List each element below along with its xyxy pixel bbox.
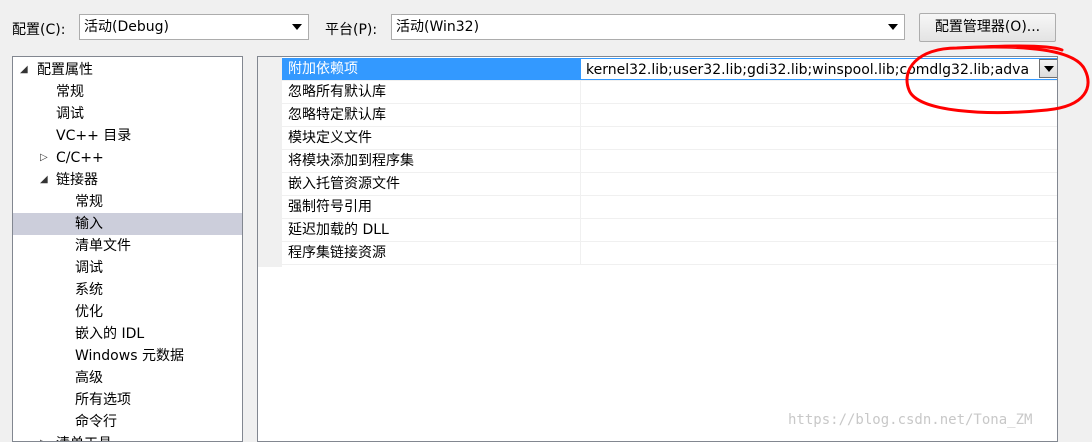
- tree-item-linker-input[interactable]: 输入: [13, 213, 242, 235]
- config-combo-value: 活动(Debug): [84, 19, 169, 35]
- tree-item-linker-general[interactable]: 常规: [13, 191, 242, 213]
- tree-item-label: 所有选项: [75, 392, 131, 408]
- property-name: 延迟加载的 DLL: [288, 222, 389, 238]
- chevron-down-icon: [888, 24, 898, 30]
- tree-item-label: 嵌入的 IDL: [75, 326, 145, 342]
- tree-item-config-properties[interactable]: ◢ 配置属性: [13, 59, 242, 81]
- tree-item-label: C/C++: [56, 150, 104, 166]
- red-annotation-circle: [905, 44, 1090, 114]
- property-value[interactable]: [580, 196, 1057, 218]
- tree-item-linker-manifest[interactable]: 清单文件: [13, 235, 242, 257]
- watermark: https://blog.csdn.net/Tona_ZM: [788, 412, 1033, 428]
- config-label: 配置(C):: [12, 22, 66, 38]
- property-name: 附加依赖项: [282, 58, 580, 80]
- platform-combo-value: 活动(Win32): [396, 19, 480, 35]
- tree-item-label: 优化: [75, 304, 103, 320]
- tree-item-vc-directories[interactable]: VC++ 目录: [13, 125, 242, 147]
- expand-icon[interactable]: ▷: [40, 433, 48, 441]
- tree-item-label: 清单工具: [56, 433, 112, 441]
- tree-item-label: 调试: [56, 106, 84, 122]
- collapse-icon[interactable]: ◢: [40, 169, 48, 191]
- tree-item-label: 命令行: [75, 414, 117, 430]
- tree-item-linker-advanced[interactable]: 高级: [13, 367, 242, 389]
- tree-item-linker-all-options[interactable]: 所有选项: [13, 389, 242, 411]
- grid-margin: [258, 57, 282, 267]
- tree-item-linker-windows-metadata[interactable]: Windows 元数据: [13, 345, 242, 367]
- tree-item-linker-command-line[interactable]: 命令行: [13, 411, 242, 433]
- property-tree: ◢ 配置属性 常规 调试 VC++ 目录 ▷ C/C++ ◢ 链接器 常规 输入…: [12, 56, 243, 442]
- property-name: 忽略特定默认库: [288, 107, 386, 123]
- chevron-down-icon: [292, 24, 302, 30]
- config-combo[interactable]: 活动(Debug): [79, 14, 309, 40]
- property-row-delay-loaded-dlls[interactable]: 延迟加载的 DLL: [282, 219, 1057, 242]
- tree-item-linker[interactable]: ◢ 链接器: [13, 169, 242, 191]
- property-name: 程序集链接资源: [288, 245, 386, 261]
- property-value[interactable]: [580, 242, 1057, 264]
- property-row-assembly-link-resource[interactable]: 程序集链接资源: [282, 242, 1057, 265]
- property-row-module-definition-file[interactable]: 模块定义文件: [282, 127, 1057, 150]
- tree-item-linker-debugging[interactable]: 调试: [13, 257, 242, 279]
- tree-item-general[interactable]: 常规: [13, 81, 242, 103]
- property-name: 嵌入托管资源文件: [288, 176, 400, 192]
- tree-item-label: 常规: [56, 84, 84, 100]
- property-name: 模块定义文件: [288, 130, 372, 146]
- tree-item-label: 系统: [75, 282, 103, 298]
- tree-item-label: VC++ 目录: [56, 128, 132, 144]
- tree-item-label: 清单文件: [75, 238, 131, 254]
- tree-item-debugging[interactable]: 调试: [13, 103, 242, 125]
- property-value[interactable]: [580, 219, 1057, 241]
- tree-item-manifest-tool[interactable]: ▷ 清单工具: [13, 433, 242, 441]
- collapse-icon[interactable]: ◢: [20, 59, 28, 81]
- tree-item-linker-system[interactable]: 系统: [13, 279, 242, 301]
- expand-icon[interactable]: ▷: [40, 147, 48, 169]
- property-row-add-module-to-assembly[interactable]: 将模块添加到程序集: [282, 150, 1057, 173]
- tree-item-label: 配置属性: [37, 62, 93, 78]
- tree-item-cpp[interactable]: ▷ C/C++: [13, 147, 242, 169]
- tree-item-label: Windows 元数据: [75, 348, 184, 364]
- tree-item-label: 高级: [75, 370, 103, 386]
- tree-item-label: 链接器: [56, 172, 98, 188]
- platform-combo[interactable]: 活动(Win32): [391, 14, 905, 40]
- property-name: 将模块添加到程序集: [288, 153, 414, 169]
- property-row-embed-managed-resource[interactable]: 嵌入托管资源文件: [282, 173, 1057, 196]
- tree-item-label: 常规: [75, 194, 103, 210]
- property-name: 忽略所有默认库: [288, 84, 386, 100]
- tree-item-label: 调试: [75, 260, 103, 276]
- property-value[interactable]: [580, 150, 1057, 172]
- tree-item-label: 输入: [75, 216, 103, 232]
- property-name: 强制符号引用: [288, 199, 372, 215]
- property-value[interactable]: [580, 127, 1057, 149]
- config-manager-button[interactable]: 配置管理器(O)...: [919, 13, 1056, 42]
- platform-label: 平台(P):: [325, 22, 378, 38]
- property-row-force-symbol-references[interactable]: 强制符号引用: [282, 196, 1057, 219]
- tree-item-linker-optimization[interactable]: 优化: [13, 301, 242, 323]
- property-value[interactable]: [580, 173, 1057, 195]
- tree-item-linker-embedded-idl[interactable]: 嵌入的 IDL: [13, 323, 242, 345]
